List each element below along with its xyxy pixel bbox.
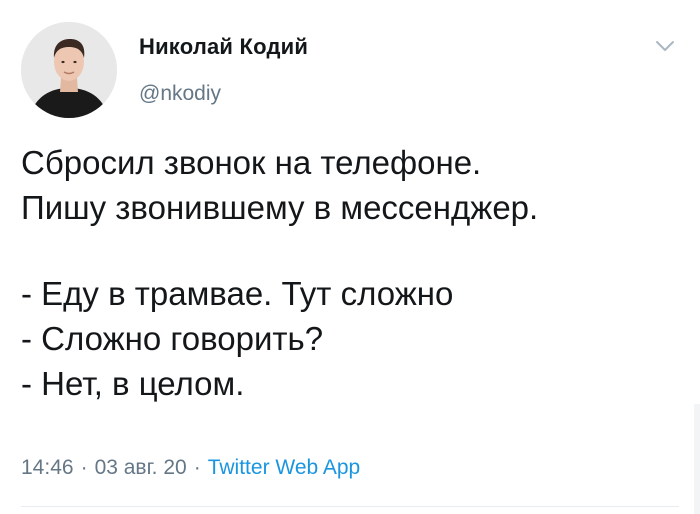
avatar[interactable] — [21, 22, 117, 118]
tweet-line: - Сложно говорить? — [21, 320, 324, 357]
chevron-down-icon[interactable] — [654, 38, 676, 54]
tweet-source-link[interactable]: Twitter Web App — [208, 456, 361, 479]
tweet-line: Сбросил звонок на телефоне. — [21, 144, 482, 181]
tweet-line: Пишу звонившему в мессенджер. — [21, 189, 539, 226]
author-name[interactable]: Николай Кодий — [139, 34, 308, 60]
meta-separator: · — [80, 456, 88, 479]
tweet-line: - Нет, в целом. — [21, 365, 245, 402]
tweet-date[interactable]: 03 авг. 20 — [95, 456, 187, 479]
user-avatar-photo-icon — [21, 22, 117, 118]
tweet-meta: 14:46 · 03 авг. 20 · Twitter Web App — [21, 456, 360, 480]
scrollbar-track[interactable] — [694, 404, 700, 514]
meta-separator: · — [193, 456, 201, 479]
divider — [21, 506, 679, 507]
tweet-line: - Еду в трамвае. Тут сложно — [21, 275, 454, 312]
author-handle[interactable]: @nkodiy — [139, 82, 221, 106]
tweet-text: Сбросил звонок на телефоне. Пишу звонивш… — [21, 140, 681, 406]
tweet-card: Николай Кодий @nkodiy Сбросил звонок на … — [0, 0, 700, 514]
tweet-time[interactable]: 14:46 — [21, 456, 74, 479]
